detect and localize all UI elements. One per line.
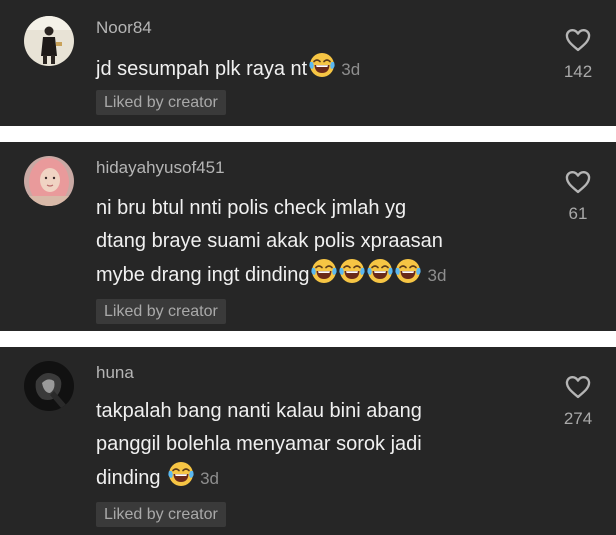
face-with-tears-of-joy-emoji [395,258,421,284]
like-count: 274 [563,409,593,428]
heart-outline-icon[interactable] [564,373,592,401]
face-with-tears-of-joy-emoji [339,258,365,284]
like-count: 61 [568,204,588,223]
face-with-tears-of-joy-emoji [367,258,393,284]
comment-username[interactable]: huna [96,363,134,383]
like-button[interactable]: 142 [560,26,596,82]
comment-line-with-emoji: mybe drang ingt dinding 3d [96,258,536,292]
comment-line: dinding [96,467,161,489]
avatar[interactable] [24,156,74,206]
face-with-tears-of-joy-emoji [311,258,337,284]
heart-outline-icon[interactable] [564,168,592,196]
like-button[interactable]: 61 [560,168,596,224]
liked-by-creator-badge: Liked by creator [96,299,226,324]
comment-item: hidayahyusof451 ni bru btul nnti polis c… [0,142,616,331]
face-with-tears-of-joy-emoji [309,52,335,78]
comment-line: dtang braye suami akak polis xpraasan [96,230,443,252]
comment-line: mybe drang ingt dinding [96,264,310,286]
like-button[interactable]: 274 [560,373,596,429]
avatar[interactable] [24,16,74,66]
comment-line: panggil bolehla menyamar sorok jadi [96,433,422,455]
liked-by-creator-badge: Liked by creator [96,90,226,115]
comment-username[interactable]: Noor84 [96,18,152,38]
comment-timestamp: 3d [427,266,447,285]
comment-line-with-emoji: dinding 3d [96,461,536,495]
comment-username[interactable]: hidayahyusof451 [96,158,225,178]
liked-by-creator-badge: Liked by creator [96,502,226,527]
face-with-tears-of-joy-emoji [168,461,194,487]
comment-line: jd sesumpah plk raya nt [96,58,308,80]
comment-item: Noor84 jd sesumpah plk raya nt 3d Liked b… [0,0,616,126]
comment-timestamp: 3d [341,60,361,79]
comment-line: ni bru btul nnti polis check jmlah yg [96,197,407,219]
comment-text: takpalah bang nanti kalau bini abang pan… [96,395,536,495]
comment-line: takpalah bang nanti kalau bini abang [96,400,422,422]
avatar[interactable] [24,361,74,411]
comment-text: ni bru btul nnti polis check jmlah yg dt… [96,192,536,292]
comment-item: huna takpalah bang nanti kalau bini aban… [0,347,616,535]
comment-text: jd sesumpah plk raya nt 3d [96,52,536,86]
heart-outline-icon[interactable] [564,26,592,54]
comment-timestamp: 3d [200,469,219,488]
like-count: 142 [563,62,593,81]
